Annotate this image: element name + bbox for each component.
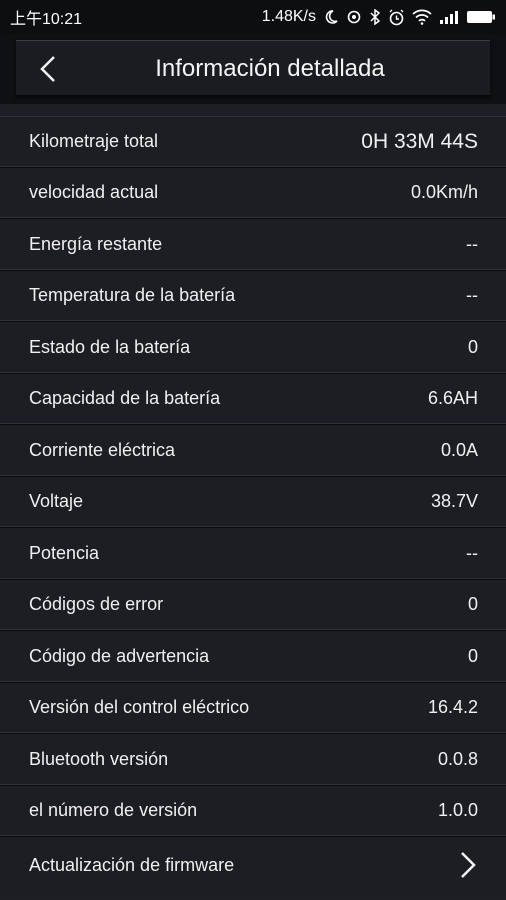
status-bar: 上午10:21 1.48K/s (0, 0, 506, 34)
signal-icon (439, 9, 459, 25)
firmware-update-label: Actualización de firmware (29, 854, 235, 875)
header-panel: Información detallada (16, 40, 490, 96)
row-value: 16.4.2 (427, 697, 478, 718)
list-item: Corriente eléctrica 0.0A (0, 425, 506, 477)
row-value: -- (466, 285, 478, 306)
list-item: Códigos de error 0 (0, 579, 506, 631)
list-item: Energía restante -- (0, 219, 506, 271)
wifi-icon (412, 9, 432, 25)
list-item: Temperatura de la batería -- (0, 270, 506, 322)
bluetooth-icon (369, 9, 381, 25)
list-item: Kilometraje total 0H 33M 44S (0, 116, 506, 168)
row-value: 0.0.8 (437, 748, 478, 769)
row-label: Capacidad de la batería (29, 388, 221, 409)
row-label: Códigos de error (29, 594, 164, 615)
row-value: -- (466, 542, 478, 563)
row-value: -- (466, 233, 478, 254)
sync-icon (346, 9, 362, 25)
row-value: 1.0.0 (437, 800, 478, 821)
header-bar: Información detallada (0, 34, 506, 104)
firmware-update-item[interactable]: Actualización de firmware (0, 837, 506, 893)
row-label: Voltaje (29, 491, 84, 512)
row-value: 0H 33M 44S (361, 129, 478, 153)
alarm-icon (388, 9, 405, 26)
row-label: Potencia (29, 542, 100, 563)
list-item: Potencia -- (0, 528, 506, 580)
row-label: Energía restante (29, 233, 163, 254)
list-item: Versión del control eléctrico 16.4.2 (0, 682, 506, 734)
row-label: Bluetooth versión (29, 748, 169, 769)
status-time: 上午10:21 (10, 11, 83, 28)
row-label: el número de versión (29, 800, 198, 821)
net-speed: 1.48K/s (261, 8, 316, 25)
status-icons: 1.48K/s (262, 8, 496, 26)
row-value: 0 (467, 336, 478, 357)
row-label: velocidad actual (29, 182, 159, 203)
detail-list: Kilometraje total 0H 33M 44S velocidad ac… (0, 116, 506, 893)
list-item: el número de versión 1.0.0 (0, 785, 506, 837)
list-item: Bluetooth versión 0.0.8 (0, 734, 506, 786)
list-item: Capacidad de la batería 6.6AH (0, 373, 506, 425)
battery-icon (466, 9, 496, 25)
page-title: Información detallada (155, 55, 385, 82)
row-value: 0.0Km/h (410, 182, 478, 203)
row-value: 0 (467, 594, 478, 615)
row-value: 6.6AH (427, 388, 478, 409)
list-item: Código de advertencia 0 (0, 631, 506, 683)
list-item: Estado de la batería 0 (0, 322, 506, 374)
row-label: Kilometraje total (29, 131, 159, 152)
chevron-right-icon (458, 850, 478, 880)
row-label: Corriente eléctrica (29, 439, 176, 460)
list-item: Voltaje 38.7V (0, 476, 506, 528)
row-value: 38.7V (430, 491, 478, 512)
row-label: Versión del control eléctrico (29, 697, 250, 718)
row-label: Código de advertencia (29, 645, 210, 666)
row-label: Estado de la batería (29, 336, 191, 357)
row-label: Temperatura de la batería (29, 285, 236, 306)
row-value: 0 (467, 645, 478, 666)
row-value: 0.0A (440, 439, 478, 460)
list-item: velocidad actual 0.0Km/h (0, 167, 506, 219)
moon-icon (323, 9, 339, 25)
